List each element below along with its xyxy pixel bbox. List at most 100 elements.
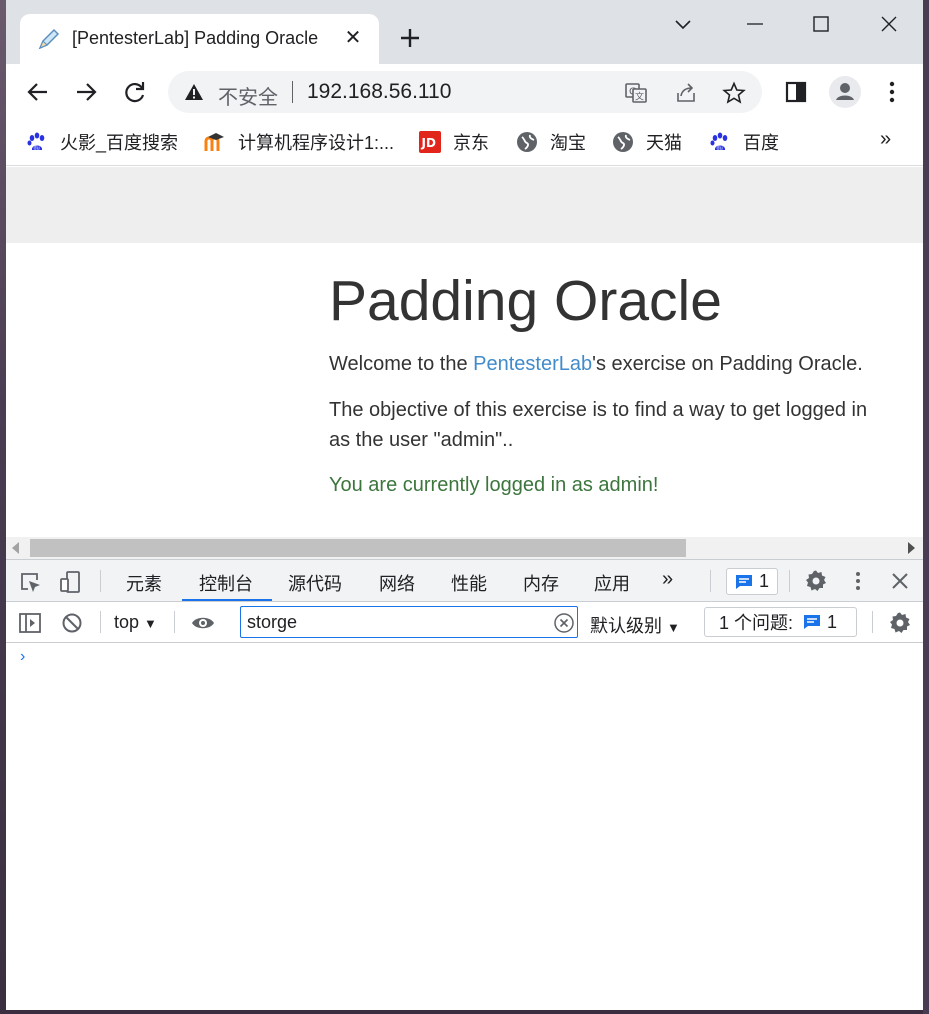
horizontal-scrollbar[interactable] bbox=[6, 537, 923, 559]
login-success-message: You are currently logged in as admin! bbox=[329, 474, 659, 496]
welcome-text: Welcome to the PentesterLab's exercise o… bbox=[329, 349, 923, 379]
tab-elements[interactable]: 元素 bbox=[126, 570, 162, 596]
bookmarks-bar: du 火影_百度搜索 计算机程序设计1:... JD 京东 淘宝 天猫 du 百… bbox=[6, 120, 923, 166]
baidu-paw-icon: du bbox=[27, 132, 45, 152]
svg-text:du: du bbox=[717, 146, 723, 152]
scroll-right-arrow-icon[interactable] bbox=[908, 542, 915, 554]
context-value: top bbox=[114, 612, 140, 632]
issues-count: 1 bbox=[827, 611, 838, 632]
devtools-panel: 元素 控制台 源代码 网络 性能 内存 应用 » 1 top ▼ storge … bbox=[6, 559, 923, 1010]
welcome-suffix: 's exercise on Padding Oracle. bbox=[592, 353, 863, 375]
context-selector[interactable]: top ▼ bbox=[114, 612, 157, 633]
profile-avatar-icon[interactable] bbox=[828, 75, 862, 109]
pencil-favicon-icon bbox=[38, 28, 60, 50]
filter-input[interactable] bbox=[241, 607, 541, 637]
tab-close-icon[interactable]: ✕ bbox=[342, 27, 364, 49]
warning-triangle-icon[interactable] bbox=[184, 82, 204, 102]
console-output[interactable]: › bbox=[6, 644, 923, 1010]
clear-filter-icon[interactable] bbox=[554, 613, 574, 633]
device-toolbar-icon[interactable] bbox=[58, 570, 82, 594]
web-page: Padding Oracle Welcome to the PentesterL… bbox=[6, 167, 923, 537]
more-tabs-icon[interactable]: » bbox=[662, 568, 673, 591]
log-level-value: 默认级别 bbox=[590, 616, 662, 636]
page-header-band bbox=[6, 167, 923, 243]
bookmark-item[interactable]: JD 京东 bbox=[419, 128, 489, 156]
moodle-icon bbox=[204, 133, 224, 151]
inspect-element-icon[interactable] bbox=[18, 570, 42, 594]
maximize-icon[interactable] bbox=[809, 12, 833, 36]
tab-active[interactable]: [PentesterLab] Padding Oracle ✕ bbox=[20, 14, 379, 64]
globe-icon bbox=[613, 132, 633, 152]
tab-search-chevron-icon[interactable] bbox=[671, 12, 695, 36]
bookmark-label: 淘宝 bbox=[550, 133, 586, 153]
jd-icon: JD bbox=[419, 131, 441, 153]
console-settings-gear-icon[interactable] bbox=[888, 611, 912, 635]
back-arrow-icon[interactable] bbox=[24, 78, 52, 106]
bookmark-item[interactable]: 计算机程序设计1:... bbox=[204, 128, 394, 156]
scroll-left-arrow-icon[interactable] bbox=[12, 542, 19, 554]
devtools-separator bbox=[100, 570, 101, 592]
console-filter[interactable] bbox=[240, 606, 578, 638]
devtools-separator bbox=[100, 611, 101, 633]
forward-arrow-icon[interactable] bbox=[72, 78, 100, 106]
page-content: Padding Oracle Welcome to the PentesterL… bbox=[329, 269, 923, 500]
bookmark-label: 百度 bbox=[743, 133, 779, 153]
tab-memory[interactable]: 内存 bbox=[523, 570, 559, 596]
console-toolbar: top ▼ 默认级别 ▼ 1 个问题: bbox=[6, 602, 923, 643]
svg-text:文: 文 bbox=[635, 91, 644, 103]
svg-text:JD: JD bbox=[421, 136, 436, 150]
clear-console-icon[interactable] bbox=[60, 611, 84, 635]
live-expression-eye-icon[interactable] bbox=[191, 611, 215, 635]
share-icon[interactable] bbox=[674, 81, 698, 105]
tab-console[interactable]: 控制台 bbox=[199, 570, 253, 596]
baidu-paw-icon: du bbox=[710, 132, 728, 152]
tab-sources[interactable]: 源代码 bbox=[288, 570, 342, 596]
address-bar[interactable]: 不安全 192.168.56.110 G 文 bbox=[168, 71, 762, 113]
page-title: Padding Oracle bbox=[329, 269, 722, 333]
issues-label: 1 个问题: bbox=[719, 613, 794, 633]
reload-icon[interactable] bbox=[121, 78, 149, 106]
bookmark-item[interactable]: du 百度 bbox=[709, 128, 779, 156]
url-text[interactable]: 192.168.56.110 bbox=[307, 80, 451, 104]
bookmark-item[interactable]: du 火影_百度搜索 bbox=[26, 128, 178, 156]
not-secure-label[interactable]: 不安全 bbox=[218, 81, 278, 110]
show-sidebar-icon[interactable] bbox=[18, 611, 42, 635]
close-devtools-icon[interactable] bbox=[888, 569, 912, 593]
bookmark-item[interactable]: 天猫 bbox=[612, 128, 682, 156]
globe-icon bbox=[517, 132, 537, 152]
issues-counter-button[interactable]: 1 bbox=[726, 568, 778, 595]
translate-icon[interactable]: G 文 bbox=[624, 81, 648, 105]
devtools-tabbar: 元素 控制台 源代码 网络 性能 内存 应用 » 1 bbox=[6, 560, 923, 602]
tab-network[interactable]: 网络 bbox=[379, 570, 415, 596]
issues-counter: 1 bbox=[759, 571, 770, 591]
objective-line-2: as the user "admin".. bbox=[329, 429, 514, 451]
desktop-background-edge bbox=[923, 0, 929, 1014]
minimize-icon[interactable] bbox=[743, 12, 767, 36]
active-tab-indicator bbox=[182, 599, 272, 601]
tab-application[interactable]: 应用 bbox=[594, 570, 630, 596]
log-level-selector[interactable]: 默认级别 ▼ bbox=[590, 612, 680, 638]
bookmark-label: 天猫 bbox=[646, 133, 682, 153]
bookmark-item[interactable]: 淘宝 bbox=[516, 128, 586, 156]
devtools-menu-icon[interactable] bbox=[846, 569, 870, 593]
scrollbar-thumb[interactable] bbox=[30, 539, 686, 557]
new-tab-icon[interactable] bbox=[396, 24, 424, 52]
bookmark-star-icon[interactable] bbox=[722, 81, 746, 105]
tab-performance[interactable]: 性能 bbox=[451, 570, 487, 596]
bookmark-label: 火影_百度搜索 bbox=[60, 133, 179, 153]
settings-gear-icon[interactable] bbox=[804, 569, 828, 593]
browser-window: [PentesterLab] Padding Oracle ✕ 不安全 192.… bbox=[6, 0, 923, 1010]
console-prompt-icon[interactable]: › bbox=[20, 648, 25, 666]
objective-line-1: The objective of this exercise is to fin… bbox=[329, 399, 868, 421]
close-window-icon[interactable] bbox=[877, 12, 901, 36]
browser-menu-icon[interactable] bbox=[878, 78, 906, 106]
devtools-separator bbox=[872, 611, 873, 633]
pentesterlab-link[interactable]: PentesterLab bbox=[473, 353, 592, 375]
dropdown-arrow-icon: ▼ bbox=[667, 620, 680, 635]
message-icon bbox=[736, 574, 752, 589]
bookmarks-overflow-icon[interactable]: » bbox=[880, 128, 891, 151]
devtools-separator bbox=[174, 611, 175, 633]
bookmark-label: 京东 bbox=[453, 133, 489, 153]
side-panel-icon[interactable] bbox=[782, 78, 810, 106]
issues-button[interactable]: 1 个问题: 1 bbox=[704, 607, 857, 637]
